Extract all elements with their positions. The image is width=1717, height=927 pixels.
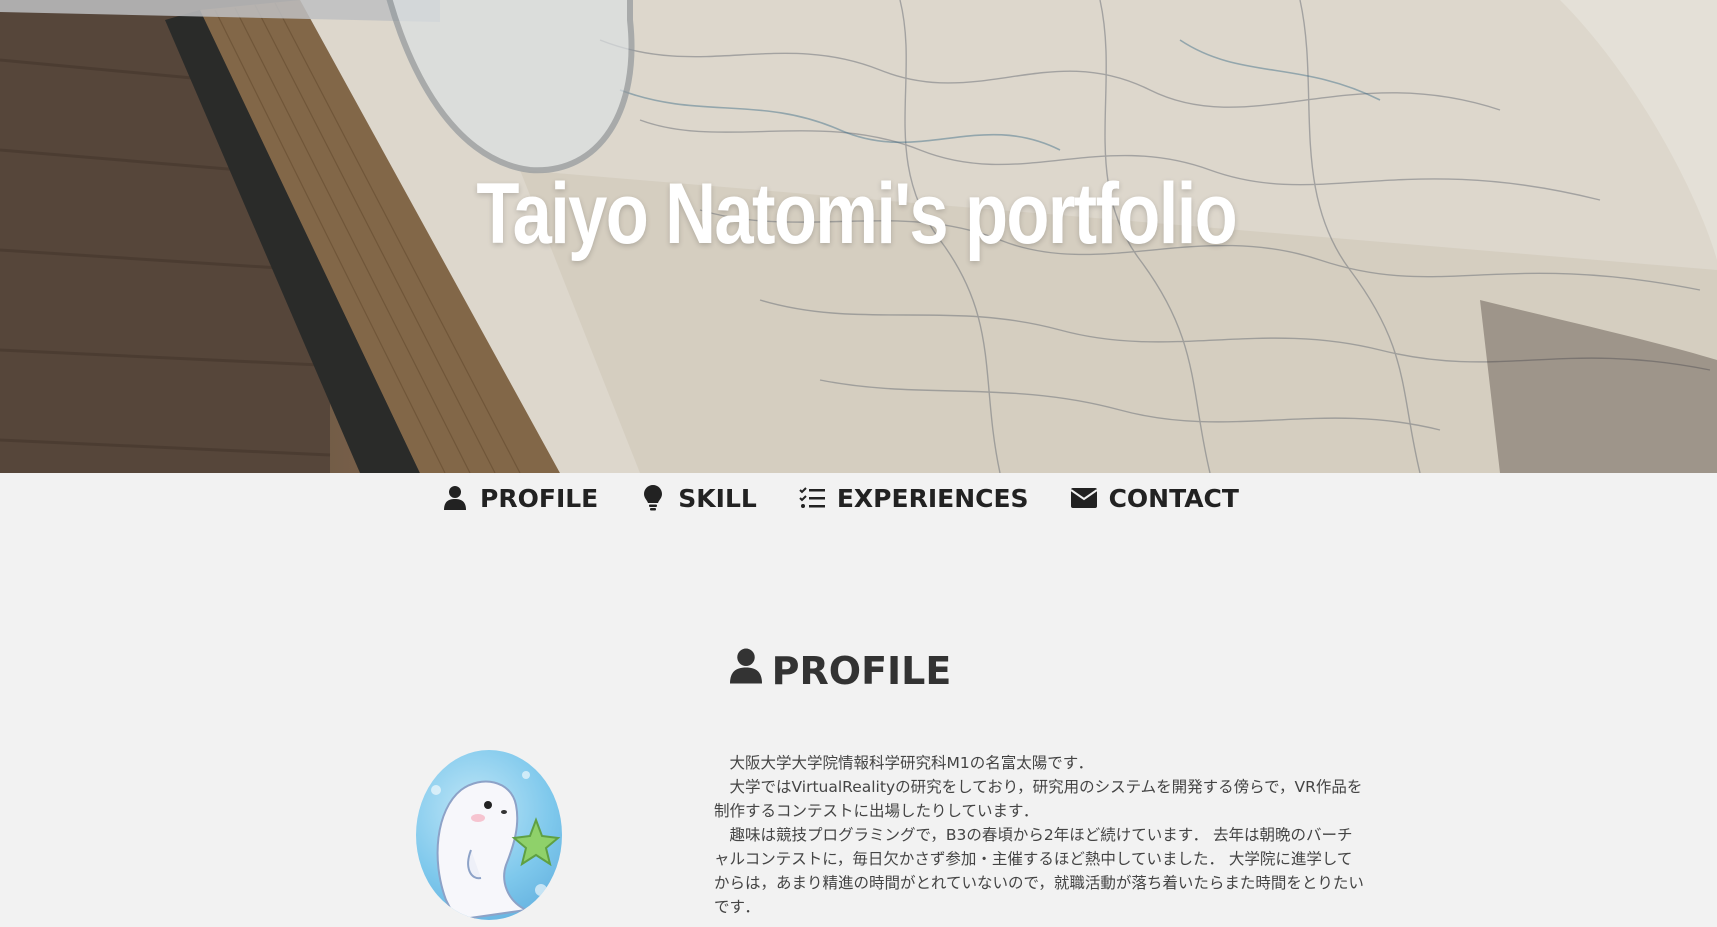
nav-profile-label: PROFILE xyxy=(480,483,599,513)
nav-profile[interactable]: PROFILE xyxy=(442,484,598,513)
main-nav: PROFILE SKILL EXPERIENCES CONTACT xyxy=(0,473,1699,523)
nav-skill[interactable]: SKILL xyxy=(640,484,757,513)
nav-experiences-label: EXPERIENCES xyxy=(836,483,1029,513)
profile-description: 大阪大学大学院情報科学研究科M1の名富太陽です． 大学ではVirtualReal… xyxy=(714,751,1364,919)
user-icon xyxy=(729,648,762,693)
nav-experiences[interactable]: EXPERIENCES xyxy=(799,484,1029,513)
lightbulb-icon xyxy=(640,485,666,511)
profile-avatar xyxy=(416,750,562,920)
profile-paragraph: 大阪大学大学院情報科学研究科M1の名富太陽です． xyxy=(729,754,1094,772)
hero-banner: Taiyo Natomi's portfolio xyxy=(0,0,1717,473)
tasks-icon xyxy=(799,485,825,511)
seal-avatar-icon xyxy=(431,771,561,920)
profile-section-title: PROFILE xyxy=(0,648,1699,693)
profile-paragraph: 大学ではVirtualRealityの研究をしており，研究用のシステムを開発する… xyxy=(714,778,1363,820)
nav-contact-label: CONTACT xyxy=(1108,483,1239,513)
profile-title-text: PROFILE xyxy=(771,648,952,693)
hero-title: Taiyo Natomi's portfolio xyxy=(476,166,1237,262)
profile-paragraph: 趣味は競技プログラミングで，B3の春頃から2年ほど続けています． 去年は朝晩のバ… xyxy=(714,826,1364,916)
nav-skill-label: SKILL xyxy=(678,483,757,513)
envelope-icon xyxy=(1070,485,1097,511)
nav-contact[interactable]: CONTACT xyxy=(1070,483,1239,513)
user-icon xyxy=(442,485,468,511)
